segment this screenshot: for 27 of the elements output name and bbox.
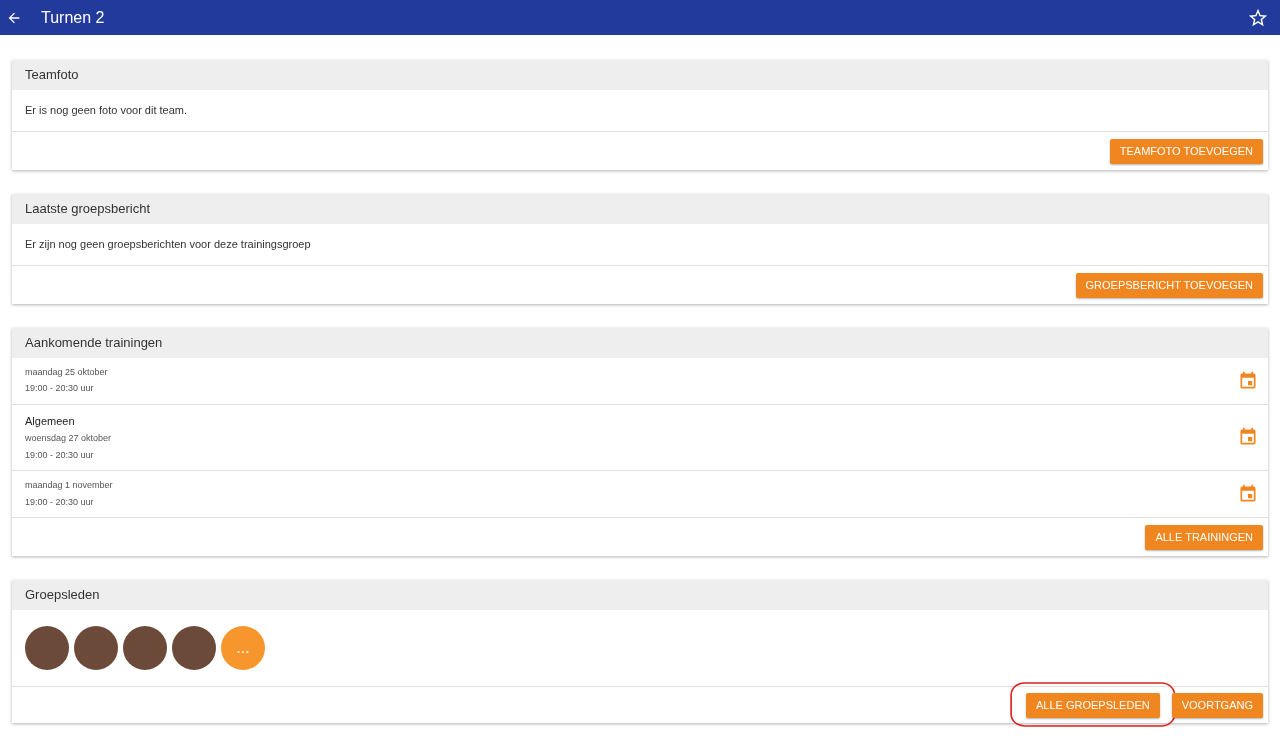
card-title: Groepsleden: [12, 579, 1268, 610]
card-title: Laatste groepsbericht: [12, 193, 1268, 224]
empty-message: Er zijn nog geen groepsberichten voor deze trainingsgroep: [24, 237, 312, 252]
card-title: Aankomende trainingen: [12, 327, 1268, 358]
page-title: Turnen 2: [41, 7, 105, 28]
more-members-button[interactable]: ...: [221, 625, 265, 670]
action-button[interactable]: VOORTGANG: [1171, 692, 1263, 718]
training-time: 19:00 - 20:30 uur: [25, 495, 95, 509]
training-name: Algemeen: [25, 413, 76, 429]
avatar-placeholder[interactable]: [74, 625, 118, 670]
card-title: Teamfoto: [12, 60, 1268, 90]
training-date: woensdag 27 oktober: [25, 432, 112, 445]
avatar-placeholder[interactable]: [172, 625, 216, 670]
training-date: maandag 1 november: [25, 479, 113, 492]
action-button[interactable]: TEAMFOTO TOEVOEGEN: [1109, 138, 1263, 164]
training-time: 19:00 - 20:30 uur: [25, 382, 95, 395]
avatar-placeholder[interactable]: [25, 625, 69, 670]
avatar-placeholder[interactable]: [123, 625, 167, 670]
calendar-icon[interactable]: [1238, 484, 1258, 504]
action-button[interactable]: ALLE TRAININGEN: [1145, 524, 1263, 550]
calendar-icon[interactable]: [1238, 427, 1258, 448]
calendar-icon[interactable]: [1238, 370, 1258, 391]
action-button[interactable]: ALLE GROEPSLEDEN: [1025, 692, 1160, 718]
empty-message: Er is nog geen foto voor dit team.: [24, 103, 189, 119]
action-button[interactable]: GROEPSBERICHT TOEVOEGEN: [1075, 272, 1263, 298]
training-time: 19:00 - 20:30 uur: [25, 448, 95, 462]
training-date: maandag 25 oktober: [25, 365, 108, 379]
